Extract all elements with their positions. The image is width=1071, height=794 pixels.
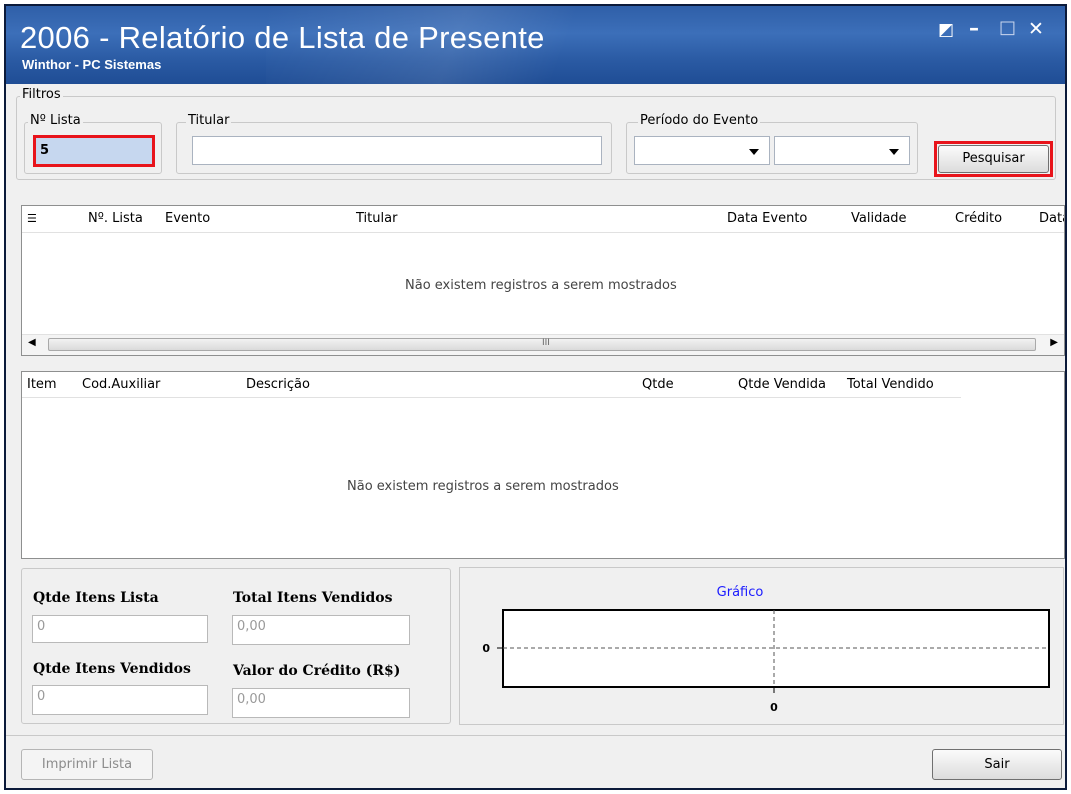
scroll-thumb[interactable]: III	[48, 338, 1036, 351]
col-qtde-vendida[interactable]: Qtde Vendida	[738, 377, 826, 392]
items-empty-message: Não existem registros a serem mostrados	[347, 479, 619, 494]
titular-input[interactable]	[192, 136, 602, 165]
scroll-grip: III	[542, 338, 550, 348]
periodo-start-select[interactable]	[634, 136, 770, 165]
window-subtitle: Winthor - PC Sistemas	[22, 57, 162, 72]
title-bar[interactable]: 2006 - Relatório de Lista de Presente Wi…	[6, 6, 1065, 84]
scroll-right-icon[interactable]: ▶	[1050, 337, 1058, 348]
lists-grid-header: ☰ Nº. Lista Evento Titular Data Evento V…	[22, 206, 1064, 233]
chart-y-tick-label: 0	[482, 642, 490, 655]
col-qtde[interactable]: Qtde	[642, 377, 674, 392]
num-lista-label: Nº Lista	[28, 113, 83, 128]
valor-credito-field: 0,00	[232, 688, 410, 718]
qtde-itens-vendidos-field: 0	[32, 685, 208, 715]
print-list-button[interactable]: Imprimir Lista	[21, 749, 153, 780]
chart-title: Gráfico	[717, 585, 764, 600]
col-cod-auxiliar[interactable]: Cod.Auxiliar	[82, 377, 160, 392]
col-descricao[interactable]: Descrição	[246, 377, 310, 392]
chevron-down-icon	[889, 149, 899, 155]
exit-button[interactable]: Sair	[932, 749, 1062, 780]
qtde-itens-lista-field: 0	[32, 615, 208, 643]
chart-svg: Gráfico 0 0	[482, 585, 1050, 714]
chevron-down-icon	[749, 149, 759, 155]
num-lista-highlight	[33, 135, 155, 167]
col-data-evento[interactable]: Data Evento	[727, 211, 807, 226]
search-button-highlight	[934, 141, 1053, 177]
periodo-end-select[interactable]	[774, 136, 910, 165]
col-titular[interactable]: Titular	[356, 211, 397, 226]
lists-empty-message: Não existem registros a serem mostrados	[405, 278, 677, 293]
items-header-divider	[22, 397, 961, 398]
col-item[interactable]: Item	[27, 377, 57, 392]
items-grid: Item Cod.Auxiliar Descrição Qtde Qtde Ve…	[21, 371, 1065, 559]
scroll-left-icon[interactable]: ◀	[28, 337, 36, 348]
col-validade[interactable]: Validade	[851, 211, 907, 226]
window-title: 2006 - Relatório de Lista de Presente	[20, 20, 545, 55]
col-data[interactable]: Data	[1039, 211, 1064, 226]
valor-credito-label: Valor do Crédito (R$)	[233, 663, 401, 679]
total-itens-vendidos-field: 0,00	[232, 615, 410, 645]
footer-divider	[6, 735, 1065, 736]
items-grid-header: Item Cod.Auxiliar Descrição Qtde Qtde Ve…	[22, 372, 1064, 398]
window-body: Filtros Nº Lista 5 Titular Período do Ev…	[6, 84, 1065, 788]
col-num-lista[interactable]: Nº. Lista	[88, 211, 143, 226]
maximize-icon[interactable]: □	[999, 17, 1016, 38]
chart-panel: Gráfico 0 0	[459, 567, 1064, 725]
filters-group-label: Filtros	[20, 87, 63, 102]
column-chooser-icon[interactable]: ☰	[27, 212, 37, 225]
qtde-itens-lista-label: Qtde Itens Lista	[33, 590, 159, 606]
lists-horizontal-scrollbar[interactable]: ◀ III ▶	[22, 334, 1064, 355]
lists-grid: ☰ Nº. Lista Evento Titular Data Evento V…	[21, 205, 1065, 356]
col-credito[interactable]: Crédito	[955, 211, 1002, 226]
total-itens-vendidos-label: Total Itens Vendidos	[233, 590, 393, 606]
minimize-icon[interactable]: –	[969, 16, 979, 40]
periodo-label: Período do Evento	[638, 113, 761, 128]
close-icon[interactable]: ✕	[1028, 18, 1044, 40]
col-evento[interactable]: Evento	[165, 211, 210, 226]
col-total-vendido[interactable]: Total Vendido	[847, 377, 934, 392]
qtde-itens-vendidos-label: Qtde Itens Vendidos	[33, 661, 191, 677]
restore-icon[interactable]: ◩	[938, 20, 954, 40]
report-window: 2006 - Relatório de Lista de Presente Wi…	[4, 4, 1067, 790]
titular-label: Titular	[186, 113, 232, 128]
chart-x-tick-label: 0	[770, 701, 778, 714]
